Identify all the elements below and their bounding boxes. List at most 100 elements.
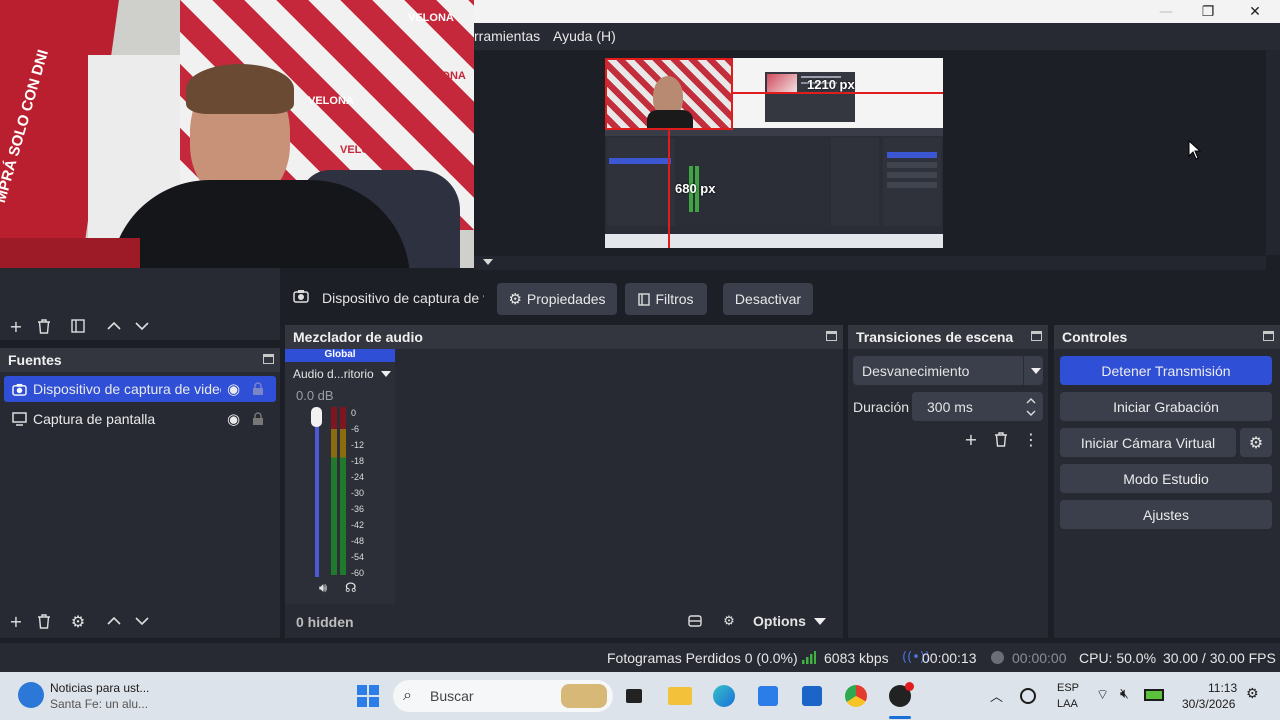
channel-menu-icon[interactable]	[381, 371, 391, 377]
speaker-icon[interactable]: 🔊︎	[319, 581, 327, 596]
menu-help[interactable]: Ayuda (H)	[553, 28, 616, 44]
close-button[interactable]: ✕	[1232, 0, 1278, 23]
gear-icon: ⚙	[70, 611, 86, 631]
deactivate-button[interactable]: Desactivar	[723, 283, 813, 315]
record-indicator-icon	[991, 651, 1004, 664]
visibility-eye-icon[interactable]: ◉	[227, 380, 240, 398]
camera-icon	[12, 383, 27, 396]
float-dock-icon[interactable]	[1031, 331, 1042, 341]
preview-horizontal-scrollbar[interactable]	[474, 256, 1266, 270]
start-recording-button[interactable]: Iniciar Grabación	[1060, 392, 1272, 421]
news-title[interactable]: Noticias para ust...	[50, 681, 149, 695]
duration-input[interactable]: 300 ms	[912, 392, 1043, 421]
minimize-icon: —	[1159, 3, 1173, 20]
clock-time[interactable]: 11:13	[1208, 681, 1237, 695]
start-button[interactable]	[352, 680, 384, 712]
language-top[interactable]: ESP	[1057, 682, 1079, 694]
transition-menu-button[interactable]: ⋮	[1021, 429, 1041, 449]
more-vertical-icon: ⋮	[1023, 429, 1039, 449]
preview-canvas[interactable]: 1210 px 680 px	[605, 58, 943, 248]
properties-button[interactable]: ⚙ Propiedades	[497, 283, 617, 315]
notifications-icon[interactable]: ⚙	[1246, 686, 1259, 702]
clock-date[interactable]: 30/3/2026	[1182, 697, 1235, 711]
collapse-arrow-icon[interactable]	[483, 259, 493, 265]
chevron-up-icon[interactable]: ︿	[990, 686, 1003, 705]
move-scene-down-button[interactable]	[132, 316, 152, 336]
level-meter-right	[340, 407, 346, 575]
chrome-icon[interactable]	[840, 680, 872, 712]
minimize-button[interactable]: —	[1143, 0, 1189, 23]
task-view-icon[interactable]	[618, 680, 650, 712]
transition-select[interactable]: Desvanecimiento	[853, 356, 1043, 385]
stream-time: 00:00:13	[922, 650, 977, 666]
menu-tools[interactable]: rramientas	[474, 28, 540, 44]
scene-transitions-dock: Transiciones de escena Desvanecimiento D…	[848, 325, 1048, 638]
fps: 30.00 / 30.00 FPS	[1163, 650, 1276, 666]
news-subtitle[interactable]: Santa Fe: un alu...	[50, 697, 148, 711]
taskbar-search[interactable]: ⌕ Buscar	[393, 680, 613, 712]
start-virtual-camera-button[interactable]: Iniciar Cámara Virtual	[1060, 428, 1236, 457]
virtual-camera-settings-button[interactable]: ⚙	[1240, 428, 1272, 457]
battery-icon[interactable]	[1144, 689, 1164, 701]
mixer-layout-button[interactable]	[685, 611, 705, 631]
volume-muted-icon[interactable]: 🔇︎	[1120, 686, 1129, 702]
float-dock-icon[interactable]	[1263, 331, 1274, 341]
scene-filters-button[interactable]	[68, 316, 88, 336]
source-item-screen-capture[interactable]: Captura de pantalla ◉	[4, 406, 276, 432]
move-source-down-button[interactable]	[132, 611, 152, 631]
source-properties-button[interactable]: ⚙	[68, 611, 88, 631]
microsoft-store-icon[interactable]	[752, 680, 784, 712]
brand-logo: VELONA	[408, 12, 454, 24]
lock-icon[interactable]	[252, 412, 264, 426]
volume-fader[interactable]	[315, 411, 319, 577]
preview-vertical-scrollbar[interactable]	[1266, 50, 1280, 255]
source-item-video-capture[interactable]: Dispositivo de captura de video ◉	[4, 376, 276, 402]
float-dock-icon[interactable]	[263, 354, 274, 364]
headphones-icon[interactable]: ☊	[345, 581, 357, 596]
edge-browser-icon[interactable]	[708, 680, 740, 712]
remove-source-button[interactable]	[34, 611, 54, 631]
maximize-button[interactable]: ❐	[1185, 0, 1231, 23]
outlook-icon[interactable]	[796, 680, 828, 712]
volume-fader-handle[interactable]	[311, 407, 322, 427]
visibility-eye-icon[interactable]: ◉	[227, 410, 240, 428]
global-badge: Global	[285, 349, 395, 362]
trash-icon	[995, 431, 1007, 447]
hidden-count: 0 hidden	[296, 614, 354, 630]
stop-stream-button[interactable]: Detener Transmisión	[1060, 356, 1272, 385]
add-transition-button[interactable]: +	[961, 429, 981, 449]
move-source-up-button[interactable]	[104, 611, 124, 631]
preview-width-label: 1210 px	[807, 77, 855, 92]
close-icon: ✕	[1249, 3, 1261, 20]
add-scene-button[interactable]: +	[6, 316, 26, 336]
gear-icon: ⚙	[1248, 433, 1264, 452]
wifi-icon[interactable]: ⌔	[1096, 686, 1109, 704]
move-scene-up-button[interactable]	[104, 316, 124, 336]
float-dock-icon[interactable]	[826, 331, 837, 341]
settings-button[interactable]: Ajustes	[1060, 500, 1272, 529]
options-dropdown[interactable]: Options	[753, 611, 837, 631]
obs-app-icon[interactable]	[884, 680, 916, 712]
duration-label: Duración	[853, 399, 910, 415]
lock-icon[interactable]	[252, 382, 264, 396]
filters-button[interactable]: Filtros	[625, 283, 707, 315]
remove-transition-button[interactable]	[991, 429, 1011, 449]
audio-mixer-dock: Mezclador de audio Global Audio d...rito…	[285, 325, 843, 638]
remove-scene-button[interactable]	[34, 316, 54, 336]
dropped-frames: Fotogramas Perdidos 0 (0.0%)	[607, 650, 798, 666]
source-toolbar: Dispositivo de captura de v ⚙ Propiedade…	[283, 280, 1280, 316]
stepper-icon[interactable]	[1025, 396, 1037, 418]
add-source-button[interactable]: +	[6, 611, 26, 631]
language-bottom[interactable]: LAA	[1057, 698, 1078, 710]
volume-db: 0.0 dB	[296, 388, 334, 403]
search-highlight-image	[561, 684, 607, 708]
file-explorer-icon[interactable]	[664, 680, 696, 712]
preview-height-label: 680 px	[675, 181, 716, 196]
plus-icon: +	[9, 316, 23, 336]
news-widget-icon[interactable]	[18, 682, 44, 708]
network-icon[interactable]	[1020, 688, 1036, 704]
trash-icon	[38, 613, 50, 629]
studio-mode-button[interactable]: Modo Estudio	[1060, 464, 1272, 493]
chevron-down-icon	[135, 322, 149, 331]
advanced-audio-button[interactable]: ⚙	[719, 611, 739, 631]
